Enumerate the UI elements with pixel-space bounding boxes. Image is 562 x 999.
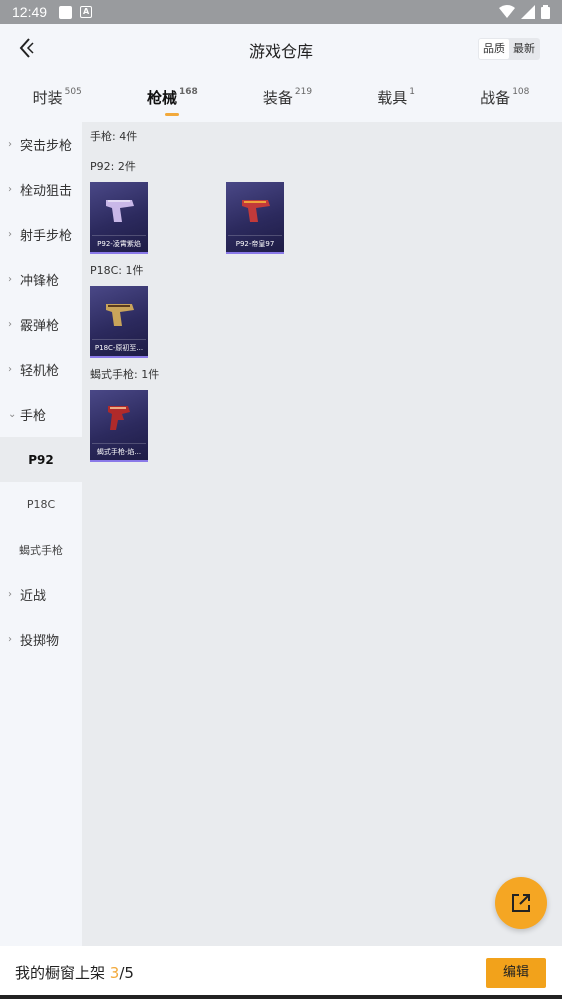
edit-button[interactable]: 编辑: [486, 958, 546, 988]
sidebar-item-label: 近战: [20, 589, 47, 604]
wifi-icon: [499, 5, 515, 18]
pistol-skin-icon: [106, 200, 134, 222]
item-card[interactable]: P18C-原初至...: [90, 286, 148, 358]
pistol-skin-icon: [242, 200, 270, 222]
sidebar-item-smg[interactable]: › 冲锋枪: [0, 257, 82, 302]
sidebar-sub-scorpion[interactable]: 蝎式手枪: [0, 527, 82, 572]
sidebar-item-label: 突击步枪: [20, 139, 73, 154]
sort-latest-button[interactable]: 最新: [509, 39, 539, 59]
group-label: P18C: 1件: [90, 264, 144, 277]
tab-count: 108: [512, 86, 530, 97]
sidebar-item-label: 射手步枪: [20, 229, 73, 244]
status-time: 12:49: [12, 4, 48, 20]
sidebar-item-label: 栓动狙击: [20, 184, 73, 199]
group-label: P92: 2件: [90, 160, 136, 173]
tab-count: 219: [294, 86, 313, 97]
signal-icon: [521, 5, 535, 19]
sidebar-sub-p92[interactable]: P92: [0, 437, 82, 482]
share-icon: [512, 894, 530, 912]
status-bar: 12:49 A: [0, 0, 562, 24]
showcase-total: /5: [119, 964, 134, 982]
item-grid: 手枪: 4件 P92: 2件 P92-凌霄紫焰 P92-帝皇97 P18C: 1…: [82, 122, 562, 946]
item-card[interactable]: 蝎式手枪-焰...: [90, 390, 148, 462]
item-card[interactable]: P92-帝皇97: [226, 182, 284, 254]
card-row: P92-凌霄紫焰 P92-帝皇97: [90, 182, 554, 254]
sidebar-item-label: 轻机枪: [20, 364, 60, 379]
chevron-down-icon: ⌄: [8, 409, 17, 420]
sidebar-item-melee[interactable]: › 近战: [0, 572, 82, 617]
tab-count: 1: [409, 86, 416, 97]
sidebar-item-lmg[interactable]: › 轻机枪: [0, 347, 82, 392]
pistol-skin-icon: [106, 304, 134, 326]
card-divider: [92, 443, 146, 444]
share-button[interactable]: [495, 877, 547, 929]
card-name: P18C-原初至...: [94, 344, 144, 352]
sort-quality-button[interactable]: 品质: [479, 39, 509, 59]
chevron-right-icon: ›: [8, 364, 12, 375]
tab-label: 时装: [32, 88, 63, 107]
item-card[interactable]: P92-凌霄紫焰: [90, 182, 148, 254]
card-row: P18C-原初至...: [90, 286, 554, 358]
tab-fashion[interactable]: 时装 505: [27, 87, 88, 108]
chevron-right-icon: ›: [8, 184, 12, 195]
tab-label: 战备: [480, 88, 511, 107]
sidebar-item-label: 霰弹枪: [20, 319, 60, 334]
tab-firearms[interactable]: 枪械 168: [141, 87, 204, 108]
showcase-current: 3: [109, 964, 120, 982]
tab-label: 枪械: [146, 88, 177, 107]
sidebar-item-label: 手枪: [20, 409, 47, 424]
tab-equipment[interactable]: 装备 219: [257, 87, 318, 108]
sidebar-item-throwables[interactable]: › 投掷物: [0, 617, 82, 662]
sidebar: › 突击步枪 › 栓动狙击 › 射手步枪 › 冲锋枪 › 霰弹枪 › 轻机枪 ⌄ 手枪 P92…: [0, 122, 82, 946]
pistol-skin-icon: [108, 406, 130, 430]
card-name: 蝎式手枪-焰...: [96, 448, 142, 456]
sidebar-item-label: 投掷物: [20, 634, 60, 649]
chevron-right-icon: ›: [8, 589, 12, 600]
card-divider: [92, 339, 146, 340]
header: 游戏仓库 品质 最新: [0, 24, 562, 72]
notification-icon: [59, 5, 73, 19]
tab-label: 载具: [377, 88, 408, 107]
showcase-status: 我的橱窗上架 3/5: [15, 962, 134, 983]
sidebar-item-marksman-rifle[interactable]: › 射手步枪: [0, 212, 82, 257]
tab-count: 168: [178, 86, 198, 97]
tab-combat-gear[interactable]: 战备 108: [474, 87, 535, 108]
tab-count: 505: [64, 86, 82, 97]
chevron-right-icon: ›: [8, 274, 12, 285]
bottom-bar: 我的橱窗上架 3/5 编辑: [0, 946, 562, 999]
showcase-prefix: 我的橱窗上架: [15, 964, 110, 982]
group-label: 蝎式手枪: 1件: [90, 368, 160, 381]
sidebar-item-shotgun[interactable]: › 霰弹枪: [0, 302, 82, 347]
tab-label: 装备: [262, 88, 293, 107]
card-name: P92-帝皇97: [235, 240, 275, 248]
chevron-right-icon: ›: [8, 139, 12, 150]
nav-bar-strip: [0, 995, 562, 999]
sidebar-item-assault-rifle[interactable]: › 突击步枪: [0, 122, 82, 167]
sidebar-sub-p18c[interactable]: P18C: [0, 482, 82, 527]
category-total: 手枪: 4件: [90, 130, 138, 143]
app-notification-icon: A: [80, 6, 93, 18]
sidebar-item-label: 冲锋枪: [20, 274, 60, 289]
card-row: 蝎式手枪-焰...: [90, 390, 554, 462]
card-name: P92-凌霄紫焰: [97, 240, 141, 248]
sidebar-item-bolt-sniper[interactable]: › 栓动狙击: [0, 167, 82, 212]
chevron-right-icon: ›: [8, 634, 12, 645]
sidebar-item-pistol[interactable]: ⌄ 手枪: [0, 392, 82, 437]
tab-vehicles[interactable]: 载具 1: [371, 87, 421, 108]
battery-icon: [541, 5, 550, 19]
chevron-right-icon: ›: [8, 229, 12, 240]
category-tabs: 时装 505 枪械 168 装备 219 载具 1 战备 108: [0, 72, 562, 122]
card-divider: [92, 235, 146, 236]
sort-toggle[interactable]: 品质 最新: [478, 38, 540, 60]
card-divider: [228, 235, 282, 236]
chevron-right-icon: ›: [8, 319, 12, 330]
